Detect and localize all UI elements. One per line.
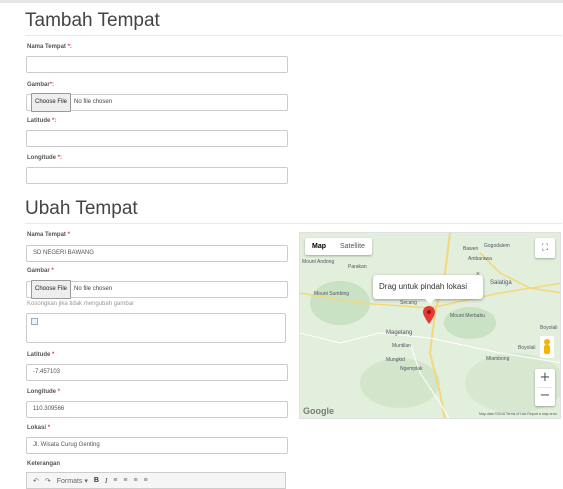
broken-image-icon	[31, 318, 38, 325]
location-marker-icon[interactable]	[423, 306, 435, 324]
align-center-icon[interactable]: ≡	[123, 477, 127, 484]
zoom-in-icon[interactable]: +	[535, 369, 555, 387]
edit-latitude-input[interactable]: -7.457103	[26, 364, 288, 381]
map-place-label: Mount Merbabu	[450, 313, 486, 319]
edit-choose-file-button[interactable]: Choose File	[31, 280, 72, 299]
edit-latitude-label: Latitude *	[27, 352, 55, 358]
map-place-label: Ngemplak	[400, 366, 423, 372]
fullscreen-icon[interactable]: ⛶	[535, 238, 555, 258]
current-image-preview	[26, 313, 286, 343]
map-place-label: Parakan	[348, 264, 367, 270]
map-place-label: Mount Andong	[302, 259, 335, 265]
map-attribution[interactable]: Map data ©2018 Terms of Use Report a map…	[479, 412, 557, 416]
map-place-label: Gogodalem	[484, 243, 510, 249]
edit-longitude-input[interactable]: 110.309566	[26, 401, 288, 418]
add-longitude-label: Longitude *:	[27, 155, 63, 161]
map-place-label: Boyolali	[518, 345, 536, 351]
add-section-title: Tambah Tempat	[25, 10, 160, 31]
map-place-label: Secang	[400, 300, 417, 306]
add-file-status: No file chosen	[74, 99, 113, 105]
bold-button[interactable]: B	[94, 477, 99, 484]
italic-button[interactable]: I	[105, 477, 107, 485]
edit-longitude-label: Longitude *	[27, 389, 61, 395]
map-terrain	[300, 233, 560, 418]
map-place-label: Salatiga	[490, 280, 512, 286]
add-latitude-label: Latitude *:	[27, 118, 57, 124]
redo-icon[interactable]: ↷	[45, 477, 51, 485]
add-gambar-file-input[interactable]: Choose File No file chosen	[26, 93, 288, 112]
edit-nama-label: Nama Tempat *	[27, 232, 70, 238]
map-place-label: Mungkid	[386, 357, 405, 363]
map-place-label: Muntilan	[392, 343, 411, 349]
edit-file-status: No file chosen	[74, 286, 113, 292]
google-logo: Google	[303, 406, 334, 416]
pegman-icon[interactable]	[540, 336, 554, 358]
info-close-icon[interactable]: ×	[476, 267, 480, 283]
edit-gambar-hint: Kosongkan jika tidak mengubah gambar	[27, 301, 135, 307]
top-border	[0, 0, 563, 3]
editor-toolbar: ↶ ↷ Formats ▾ B I ≡ ≡ ≡ ≡	[26, 472, 286, 489]
map-place-label: Boyolali	[540, 325, 558, 331]
undo-icon[interactable]: ↶	[33, 477, 39, 485]
add-title-divider	[25, 35, 562, 36]
marker-info-window: Drag untuk pindah lokasi ×	[373, 271, 483, 304]
edit-keterangan-label: Keterangan	[27, 461, 61, 467]
edit-section-title: Ubah Tempat	[25, 198, 138, 219]
map-tab[interactable]: Map	[305, 238, 333, 255]
zoom-out-icon[interactable]: −	[535, 388, 555, 404]
add-nama-label: Nama Tempat *:	[27, 44, 72, 50]
info-window-text: Drag untuk pindah lokasi	[379, 282, 468, 291]
add-longitude-input[interactable]	[26, 167, 288, 184]
map-place-label: Mlambong	[486, 356, 510, 362]
add-latitude-input[interactable]	[26, 130, 288, 147]
edit-gambar-file-input[interactable]: Choose File No file chosen	[26, 280, 288, 299]
edit-title-divider	[25, 223, 562, 224]
add-gambar-label: Gambar*:	[27, 82, 55, 88]
satellite-tab[interactable]: Satellite	[333, 238, 372, 255]
edit-lokasi-label: Lokasi *	[27, 425, 51, 431]
justify-icon[interactable]: ≡	[144, 477, 148, 484]
align-right-icon[interactable]: ≡	[133, 477, 137, 484]
edit-lokasi-input[interactable]: Jl. Wisata Curug Genting	[26, 437, 288, 454]
align-left-icon[interactable]: ≡	[113, 477, 117, 484]
map-place-label: Magelang	[386, 330, 413, 336]
formats-dropdown[interactable]: Formats ▾	[57, 477, 88, 485]
map-place-label: Bawen	[463, 246, 479, 252]
add-choose-file-button[interactable]: Choose File	[31, 93, 72, 112]
add-nama-input[interactable]	[26, 56, 288, 73]
zoom-control: + −	[535, 369, 555, 406]
location-map[interactable]: Gogodalem Bawen Ambarawa Salatiga Mount …	[299, 232, 561, 419]
map-type-control: Map Satellite	[305, 238, 372, 255]
map-place-label: Mount Sumbing	[314, 291, 350, 297]
map-place-label: Ambarawa	[468, 256, 492, 262]
edit-gambar-label: Gambar *	[27, 268, 54, 274]
info-window-tail	[425, 299, 435, 304]
edit-nama-input[interactable]: SD NEGERI BAWANG	[26, 245, 288, 262]
